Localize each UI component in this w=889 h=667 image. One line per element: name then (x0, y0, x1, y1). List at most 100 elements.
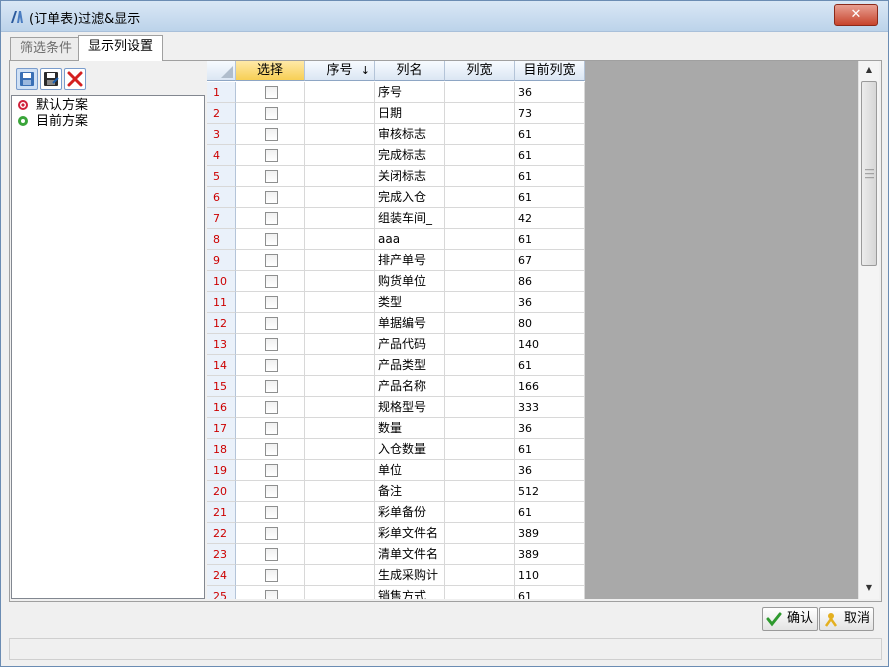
select-cell[interactable] (236, 208, 305, 229)
table-row[interactable]: 21 彩单备份 61 (207, 502, 585, 523)
column-name-cell[interactable]: 单位 (375, 460, 445, 481)
row-number[interactable]: 15 (207, 376, 236, 397)
seq-cell[interactable] (305, 334, 375, 355)
width-cell[interactable] (445, 376, 515, 397)
select-checkbox[interactable] (265, 233, 278, 246)
table-row[interactable]: 23 清单文件名 389 (207, 544, 585, 565)
table-row[interactable]: 20 备注 512 (207, 481, 585, 502)
column-name-cell[interactable]: 产品类型 (375, 355, 445, 376)
select-cell[interactable] (236, 334, 305, 355)
select-cell[interactable] (236, 313, 305, 334)
select-cell[interactable] (236, 523, 305, 544)
select-checkbox[interactable] (265, 401, 278, 414)
table-row[interactable]: 19 单位 36 (207, 460, 585, 481)
width-cell[interactable] (445, 103, 515, 124)
select-checkbox[interactable] (265, 191, 278, 204)
select-cell[interactable] (236, 82, 305, 103)
column-name-cell[interactable]: aaa (375, 229, 445, 250)
select-checkbox[interactable] (265, 569, 278, 582)
column-name-cell[interactable]: 备注 (375, 481, 445, 502)
current-width-cell[interactable]: 42 (515, 208, 585, 229)
width-cell[interactable] (445, 481, 515, 502)
table-row[interactable]: 1 序号 36 (207, 82, 585, 103)
width-cell[interactable] (445, 523, 515, 544)
column-name-cell[interactable]: 规格型号 (375, 397, 445, 418)
current-width-cell[interactable]: 73 (515, 103, 585, 124)
column-name-cell[interactable]: 序号 (375, 82, 445, 103)
seq-cell[interactable] (305, 397, 375, 418)
seq-cell[interactable] (305, 292, 375, 313)
table-row[interactable]: 3 审核标志 61 (207, 124, 585, 145)
header-current-width[interactable]: 目前列宽 (515, 61, 585, 81)
seq-cell[interactable] (305, 586, 375, 599)
close-button[interactable]: ✕ (834, 4, 878, 26)
select-checkbox[interactable] (265, 506, 278, 519)
current-width-cell[interactable]: 61 (515, 145, 585, 166)
select-cell[interactable] (236, 187, 305, 208)
select-cell[interactable] (236, 271, 305, 292)
column-name-cell[interactable]: 关闭标志 (375, 166, 445, 187)
grid-corner-header[interactable] (207, 61, 236, 81)
table-row[interactable]: 7 组装车间_ 42 (207, 208, 585, 229)
select-cell[interactable] (236, 145, 305, 166)
select-checkbox[interactable] (265, 149, 278, 162)
row-number[interactable]: 22 (207, 523, 236, 544)
select-cell[interactable] (236, 565, 305, 586)
row-number[interactable]: 13 (207, 334, 236, 355)
table-row[interactable]: 16 规格型号 333 (207, 397, 585, 418)
table-row[interactable]: 9 排产单号 67 (207, 250, 585, 271)
seq-cell[interactable] (305, 565, 375, 586)
select-checkbox[interactable] (265, 590, 278, 599)
row-number[interactable]: 8 (207, 229, 236, 250)
current-width-cell[interactable]: 61 (515, 355, 585, 376)
width-cell[interactable] (445, 439, 515, 460)
scheme-list[interactable]: 默认方案 目前方案 (11, 95, 205, 599)
width-cell[interactable] (445, 355, 515, 376)
seq-cell[interactable] (305, 313, 375, 334)
select-checkbox[interactable] (265, 359, 278, 372)
table-row[interactable]: 13 产品代码 140 (207, 334, 585, 355)
table-row[interactable]: 24 生成采购计 110 (207, 565, 585, 586)
current-width-cell[interactable]: 389 (515, 544, 585, 565)
select-cell[interactable] (236, 250, 305, 271)
seq-cell[interactable] (305, 439, 375, 460)
width-cell[interactable] (445, 397, 515, 418)
row-number[interactable]: 3 (207, 124, 236, 145)
seq-cell[interactable] (305, 502, 375, 523)
current-width-cell[interactable]: 61 (515, 124, 585, 145)
select-checkbox[interactable] (265, 254, 278, 267)
vertical-scrollbar[interactable]: ▲ ― ― ― ▼ (858, 61, 879, 599)
select-checkbox[interactable] (265, 527, 278, 540)
scroll-down-arrow-icon[interactable]: ▼ (862, 581, 876, 595)
column-name-cell[interactable]: 清单文件名 (375, 544, 445, 565)
seq-cell[interactable] (305, 355, 375, 376)
current-width-cell[interactable]: 140 (515, 334, 585, 355)
scrollbar-thumb[interactable]: ― ― ― (861, 81, 877, 266)
column-name-cell[interactable]: 排产单号 (375, 250, 445, 271)
column-name-cell[interactable]: 日期 (375, 103, 445, 124)
row-number[interactable]: 16 (207, 397, 236, 418)
tab-display-columns[interactable]: 显示列设置 (78, 35, 164, 61)
width-cell[interactable] (445, 334, 515, 355)
width-cell[interactable] (445, 292, 515, 313)
current-width-cell[interactable]: 36 (515, 460, 585, 481)
seq-cell[interactable] (305, 544, 375, 565)
select-cell[interactable] (236, 397, 305, 418)
header-column-name[interactable]: 列名 (375, 61, 445, 81)
width-cell[interactable] (445, 187, 515, 208)
select-checkbox[interactable] (265, 338, 278, 351)
current-width-cell[interactable]: 80 (515, 313, 585, 334)
seq-cell[interactable] (305, 481, 375, 502)
select-cell[interactable] (236, 103, 305, 124)
seq-cell[interactable] (305, 229, 375, 250)
column-name-cell[interactable]: 完成入仓 (375, 187, 445, 208)
current-width-cell[interactable]: 166 (515, 376, 585, 397)
current-width-cell[interactable]: 512 (515, 481, 585, 502)
column-name-cell[interactable]: 入仓数量 (375, 439, 445, 460)
current-width-cell[interactable]: 333 (515, 397, 585, 418)
select-cell[interactable] (236, 376, 305, 397)
table-row[interactable]: 25 销售方式 61 (207, 586, 585, 599)
column-name-cell[interactable]: 彩单文件名 (375, 523, 445, 544)
column-name-cell[interactable]: 数量 (375, 418, 445, 439)
select-checkbox[interactable] (265, 548, 278, 561)
